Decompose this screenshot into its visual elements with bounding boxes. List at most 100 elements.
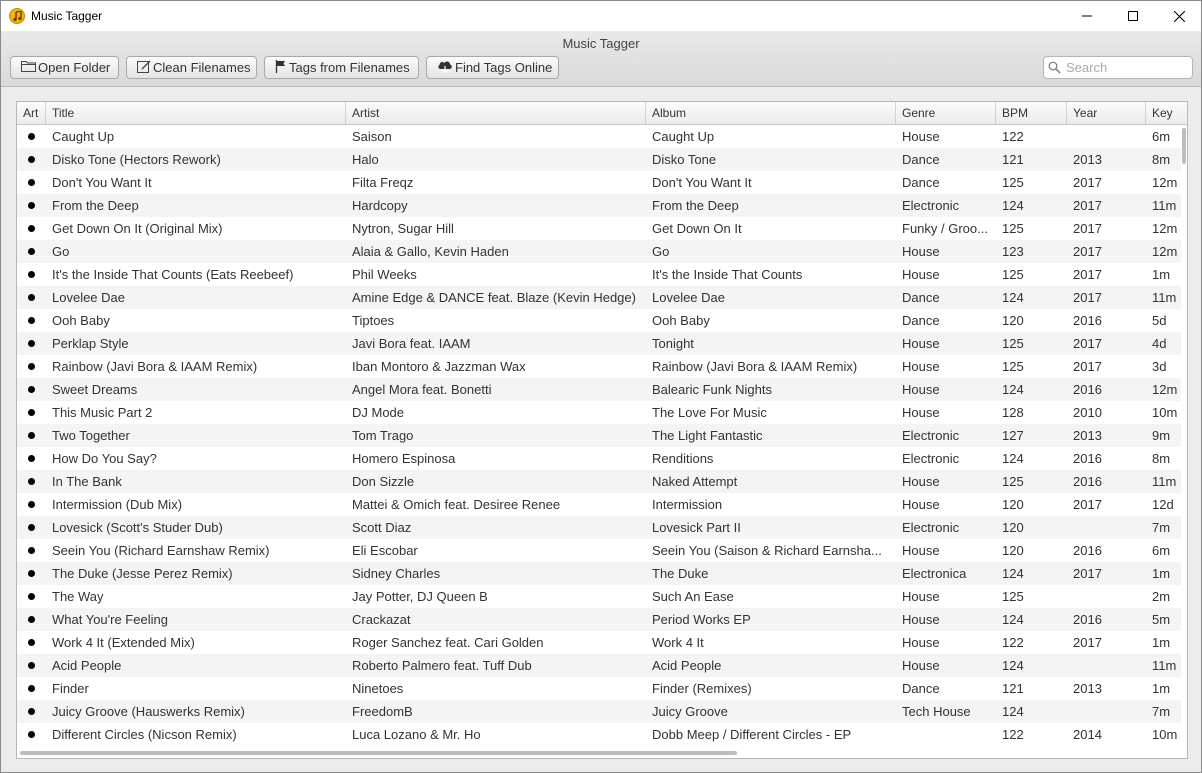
table-row[interactable]: Lovesick (Scott's Studer Dub) Scott Diaz L… bbox=[17, 516, 1181, 539]
cell-album: Ooh Baby bbox=[652, 313, 710, 328]
search-input[interactable] bbox=[1066, 59, 1188, 76]
cell-title: The Way bbox=[52, 589, 104, 604]
table-row[interactable]: Seein You (Richard Earnshaw Remix) Eli Es… bbox=[17, 539, 1181, 562]
table-row[interactable]: Ooh Baby Tiptoes Ooh Baby Dance 120 2016 5d bbox=[17, 309, 1181, 332]
open-folder-button[interactable]: Open Folder bbox=[10, 56, 119, 79]
cell-bpm: 123 bbox=[1002, 244, 1024, 259]
search-field[interactable] bbox=[1043, 56, 1193, 79]
cell-bpm: 124 bbox=[1002, 566, 1024, 581]
cell-bpm: 125 bbox=[1002, 267, 1024, 282]
cell-genre: Dance bbox=[902, 175, 940, 190]
column-header-title[interactable]: Title bbox=[46, 102, 346, 124]
column-header-bpm[interactable]: BPM bbox=[996, 102, 1067, 124]
cell-genre: Dance bbox=[902, 681, 940, 696]
column-header-year[interactable]: Year bbox=[1067, 102, 1146, 124]
minimize-icon bbox=[1082, 15, 1092, 17]
maximize-button[interactable] bbox=[1110, 1, 1156, 31]
column-header-album[interactable]: Album bbox=[646, 102, 896, 124]
table-row[interactable]: Rainbow (Javi Bora & IAAM Remix) Iban Mon… bbox=[17, 355, 1181, 378]
table-row[interactable]: Intermission (Dub Mix) Mattei & Omich fea… bbox=[17, 493, 1181, 516]
cell-year: 2017 bbox=[1073, 198, 1102, 213]
table-row[interactable]: Different Circles (Nicson Remix) Luca Loz… bbox=[17, 723, 1181, 746]
cell-album: Finder (Remixes) bbox=[652, 681, 752, 696]
cell-album: From the Deep bbox=[652, 198, 739, 213]
table-row[interactable]: In The Bank Don Sizzle Naked Attempt House 1… bbox=[17, 470, 1181, 493]
minimize-button[interactable] bbox=[1064, 1, 1110, 31]
cell-bpm: 125 bbox=[1002, 589, 1024, 604]
cell-year: 2017 bbox=[1073, 359, 1102, 374]
column-header-art[interactable]: Art bbox=[17, 102, 46, 124]
cell-genre bbox=[896, 723, 996, 746]
cell-bpm: 124 bbox=[1002, 382, 1024, 397]
table-row[interactable]: Perklap Style Javi Bora feat. IAAM Tonight… bbox=[17, 332, 1181, 355]
table-row[interactable]: Caught Up Saison Caught Up House 122 6m bbox=[17, 125, 1181, 148]
toolbar: Music Tagger Open Folder Clean Filenames… bbox=[1, 31, 1201, 87]
find-tags-online-label: Find Tags Online bbox=[455, 60, 553, 75]
tags-from-filenames-button[interactable]: Tags from Filenames bbox=[264, 56, 419, 79]
table-row[interactable]: Work 4 It (Extended Mix) Roger Sanchez fe… bbox=[17, 631, 1181, 654]
table-row[interactable]: Acid People Roberto Palmero feat. Tuff Du… bbox=[17, 654, 1181, 677]
table-row[interactable]: Finder Ninetoes Finder (Remixes) Dance 121 20… bbox=[17, 677, 1181, 700]
table-row[interactable]: Sweet Dreams Angel Mora feat. Bonetti Bale… bbox=[17, 378, 1181, 401]
cell-title: Work 4 It (Extended Mix) bbox=[52, 635, 195, 650]
find-tags-online-button[interactable]: Find Tags Online bbox=[426, 56, 559, 79]
cell-bpm: 121 bbox=[1002, 152, 1024, 167]
table-row[interactable]: The Duke (Jesse Perez Remix) Sidney Charl… bbox=[17, 562, 1181, 585]
table-row[interactable]: Disko Tone (Hectors Rework) Halo Disko Ton… bbox=[17, 148, 1181, 171]
artwork-indicator-icon bbox=[28, 409, 35, 416]
close-icon bbox=[1173, 10, 1185, 22]
table-row[interactable]: The Way Jay Potter, DJ Queen B Such An Eas… bbox=[17, 585, 1181, 608]
table-row[interactable]: What You're Feeling Crackazat Period Works… bbox=[17, 608, 1181, 631]
cell-title: Go bbox=[52, 244, 70, 259]
table-row[interactable]: Lovelee Dae Amine Edge & DANCE feat. Blaz… bbox=[17, 286, 1181, 309]
table-row[interactable]: It's the Inside That Counts (Eats Reebee… bbox=[17, 263, 1181, 286]
artwork-indicator-icon bbox=[28, 455, 35, 462]
table-row[interactable]: This Music Part 2 DJ Mode The Love For Mus… bbox=[17, 401, 1181, 424]
cell-year bbox=[1067, 125, 1146, 148]
cell-genre: House bbox=[902, 497, 940, 512]
artwork-indicator-icon bbox=[28, 202, 35, 209]
cell-year: 2013 bbox=[1073, 428, 1102, 443]
tags-from-filenames-label: Tags from Filenames bbox=[289, 60, 410, 75]
cell-album: Get Down On It bbox=[652, 221, 742, 236]
table-row[interactable]: Don't You Want It Filta Freqz Don't You Wa… bbox=[17, 171, 1181, 194]
cell-title: How Do You Say? bbox=[52, 451, 157, 466]
vertical-scrollbar[interactable] bbox=[1181, 125, 1187, 745]
cell-album: Dobb Meep / Different Circles - EP bbox=[652, 727, 852, 742]
vertical-scroll-thumb[interactable] bbox=[1182, 128, 1186, 164]
artwork-indicator-icon bbox=[28, 156, 35, 163]
cloud-download-icon bbox=[437, 60, 453, 76]
table-row[interactable]: Juicy Groove (Hauswerks Remix) FreedomB Ju… bbox=[17, 700, 1181, 723]
artwork-indicator-icon bbox=[28, 340, 35, 347]
cell-title: Finder bbox=[52, 681, 89, 696]
artwork-indicator-icon bbox=[28, 478, 35, 485]
cell-genre: House bbox=[902, 658, 940, 673]
cell-year bbox=[1067, 516, 1146, 539]
clean-filenames-button[interactable]: Clean Filenames bbox=[126, 56, 257, 79]
column-header-key[interactable]: Key bbox=[1146, 102, 1187, 124]
table-row[interactable]: From the Deep Hardcopy From the Deep Electr… bbox=[17, 194, 1181, 217]
column-header-artist[interactable]: Artist bbox=[346, 102, 646, 124]
close-button[interactable] bbox=[1156, 1, 1202, 31]
cell-year: 2017 bbox=[1073, 336, 1102, 351]
artwork-indicator-icon bbox=[28, 179, 35, 186]
table-row[interactable]: Get Down On It (Original Mix) Nytron, Sug… bbox=[17, 217, 1181, 240]
horizontal-scroll-thumb[interactable] bbox=[20, 751, 737, 755]
cell-artist: Scott Diaz bbox=[352, 520, 412, 535]
edit-icon bbox=[137, 60, 151, 76]
column-header-genre[interactable]: Genre bbox=[896, 102, 996, 124]
horizontal-scrollbar[interactable] bbox=[17, 748, 1187, 758]
cell-bpm: 124 bbox=[1002, 704, 1024, 719]
cell-title: In The Bank bbox=[52, 474, 122, 489]
cell-title: Lovelee Dae bbox=[52, 290, 125, 305]
artwork-indicator-icon bbox=[28, 271, 35, 278]
cell-artist: Hardcopy bbox=[352, 198, 408, 213]
cell-year: 2016 bbox=[1073, 313, 1102, 328]
track-table: Art Title Artist Album Genre BPM Year Ke… bbox=[16, 101, 1188, 759]
table-row[interactable]: Go Alaia & Gallo, Kevin Haden Go House 123 20… bbox=[17, 240, 1181, 263]
cell-title: Ooh Baby bbox=[52, 313, 110, 328]
table-row[interactable]: Two Together Tom Trago The Light Fantastic… bbox=[17, 424, 1181, 447]
artwork-indicator-icon bbox=[28, 639, 35, 646]
cell-genre: House bbox=[902, 405, 940, 420]
table-row[interactable]: How Do You Say? Homero Espinosa Renditions… bbox=[17, 447, 1181, 470]
